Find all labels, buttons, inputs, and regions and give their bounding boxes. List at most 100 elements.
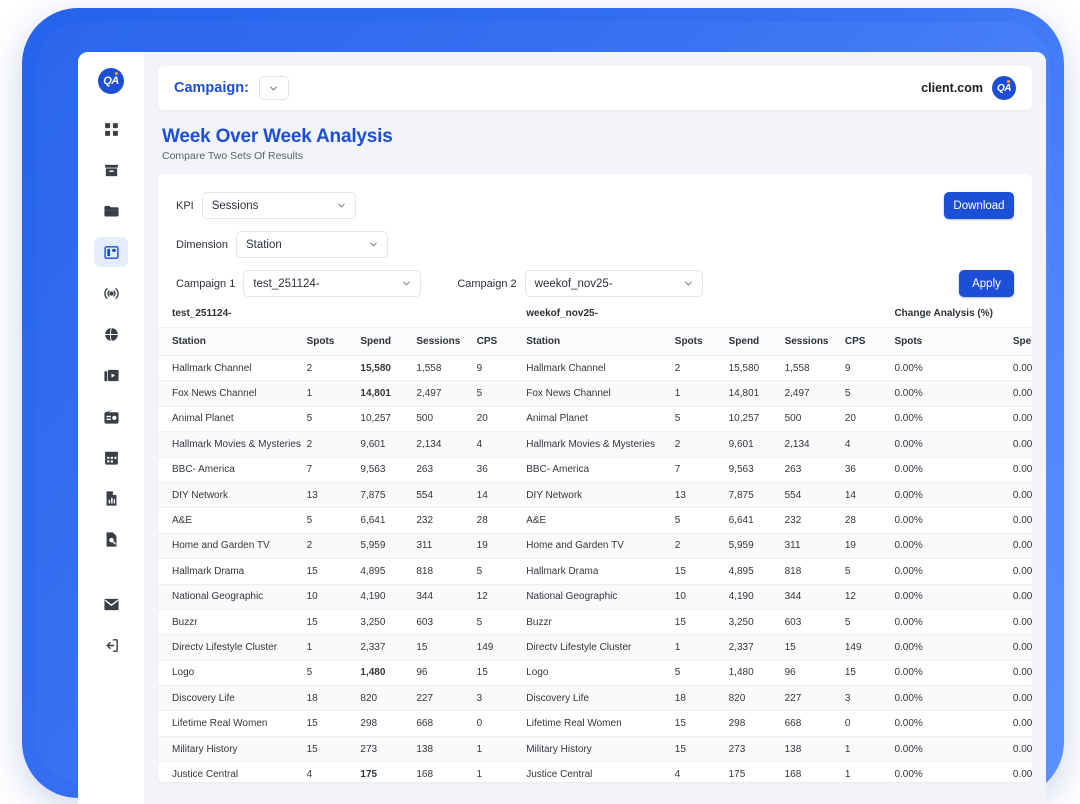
station-a-cell: Hallmark Channel	[172, 362, 252, 374]
sessions-a-cell: 138	[416, 743, 434, 755]
col-header-spend-a[interactable]: Spend	[360, 327, 417, 356]
kpi-select[interactable]: Sessions	[201, 192, 356, 219]
sessions-b-cell: 603	[784, 616, 802, 628]
spots-b-cell: 1	[674, 641, 681, 653]
station-a-cell: Hallmark Drama	[172, 565, 245, 577]
spend-b-cell: 273	[728, 743, 746, 755]
change-spend-cell: 0.00%	[1012, 641, 1032, 653]
account-avatar[interactable]: QA	[992, 76, 1016, 100]
cps-a-cell: 9	[476, 362, 483, 374]
download-button[interactable]: Download	[944, 192, 1014, 219]
spend-a-cell: 14,801	[360, 388, 391, 400]
change-spots-cell: 0.00%	[894, 362, 923, 374]
table-row[interactable]: DIY Network 13 7,875 554 14 DIY Network 13 7,87…	[158, 482, 1032, 508]
spots-b-cell: 5	[674, 413, 681, 425]
sessions-a-cell: 2,134	[416, 438, 442, 450]
station-b-cell: Lifetime Real Women	[526, 718, 622, 730]
spend-b-cell: 175	[728, 768, 746, 780]
col-header-cps-a[interactable]: CPS	[476, 327, 527, 356]
sidebar-item-reports-layout[interactable]	[94, 237, 147, 267]
sessions-b-cell: 2,497	[784, 388, 810, 400]
sidebar-item-logout[interactable]	[94, 630, 128, 660]
table-row[interactable]: Hallmark Drama 15 4,895 818 5 Hallmark Drama 1…	[158, 559, 1032, 585]
spend-b-cell: 9,563	[728, 464, 754, 476]
col-header-cps-b[interactable]: CPS	[844, 327, 895, 356]
table-row[interactable]: Hallmark Channel 2 15,580 1,558 9 Hallmark Ch…	[158, 356, 1032, 381]
table-row[interactable]: Fox News Channel 1 14,801 2,497 5 Fox News Ch…	[158, 380, 1032, 407]
group-header-change: Change Analysis (%)	[894, 302, 1032, 328]
sidebar-item-folders[interactable]	[94, 196, 128, 226]
change-spend-cell: 0.00%	[1012, 489, 1032, 501]
cps-b-cell: 4	[844, 438, 851, 450]
table-head: test_251124- weekof_nov25- Change Analys…	[158, 302, 1032, 356]
col-header-station-b[interactable]: Station	[526, 327, 675, 356]
col-header-change-spend[interactable]: Spend	[1012, 327, 1032, 356]
col-header-change-spots[interactable]: Spots	[894, 327, 1013, 356]
document-search-icon	[103, 531, 120, 548]
table-row[interactable]: Discovery Life 18 820 227 3 Discovery Life 18 8…	[158, 685, 1032, 711]
col-header-sessions-a[interactable]: Sessions	[416, 327, 477, 356]
brand-logo-text: QA	[103, 75, 119, 87]
sessions-b-cell: 138	[784, 743, 802, 755]
station-a-cell: Discovery Life	[172, 692, 235, 704]
col-header-spots-a[interactable]: Spots	[306, 327, 361, 356]
table-row[interactable]: National Geographic 10 4,190 344 12 National …	[158, 584, 1032, 610]
col-header-station-a[interactable]: Station	[158, 327, 307, 356]
sidebar-item-calendar[interactable]	[94, 442, 128, 472]
sessions-a-cell: 1,558	[416, 362, 442, 374]
sidebar-item-messages[interactable]	[94, 589, 128, 619]
table-row[interactable]: Logo51,4809615Logo51,48096150.00%0.00%0.…	[158, 660, 1032, 686]
sidebar-item-inbox[interactable]	[94, 155, 128, 185]
dimension-select[interactable]: Station	[235, 231, 388, 258]
table-row[interactable]: Home and Garden TV 2 5,959 311 19 Home and Ga…	[158, 533, 1032, 559]
archive-icon	[103, 162, 120, 179]
spots-b-cell: 13	[674, 489, 686, 501]
campaign2-select[interactable]: weekof_nov25-	[524, 270, 703, 297]
sessions-b-cell: 311	[784, 540, 801, 552]
dimension-select-value: Station	[245, 238, 282, 251]
col-header-spots-b[interactable]: Spots	[674, 327, 729, 356]
topbar-left-group: Campaign:	[174, 76, 289, 100]
sidebar-item-search-docs[interactable]	[94, 524, 128, 554]
spend-a-cell: 4,895	[360, 565, 386, 577]
change-spots-cell: 0.00%	[894, 718, 923, 730]
comparison-table-scroll[interactable]: test_251124- weekof_nov25- Change Analys…	[158, 302, 1032, 782]
spots-a-cell: 1	[306, 641, 313, 653]
table-row[interactable]: A&E56,64123228A&E56,641232280.00%0.00%0.…	[158, 508, 1032, 534]
sidebar-item-broadcast[interactable]	[94, 278, 128, 308]
apply-button[interactable]: Apply	[959, 270, 1014, 297]
table-row[interactable]: Directv Lifestyle Cluster 1 2,337 15 149 Dire…	[158, 634, 1032, 661]
sidebar-item-web[interactable]	[94, 319, 128, 349]
sidebar-item-analytics[interactable]	[94, 483, 128, 513]
brand-logo: QA	[98, 68, 124, 94]
col-header-sessions-b[interactable]: Sessions	[784, 327, 845, 356]
cps-b-cell: 19	[844, 540, 856, 552]
spend-a-cell: 4,190	[360, 591, 386, 603]
sidebar-item-radio[interactable]	[94, 401, 128, 431]
spots-a-cell: 2	[306, 540, 313, 552]
col-header-spend-b[interactable]: Spend	[728, 327, 785, 356]
sessions-b-cell: 263	[784, 464, 802, 476]
cps-a-cell: 15	[476, 667, 488, 679]
campaign-selector[interactable]	[258, 76, 289, 100]
spots-a-cell: 15	[306, 718, 318, 730]
spend-b-cell: 298	[728, 718, 746, 730]
change-spots-cell: 0.00%	[894, 692, 923, 704]
table-row[interactable]: BBC- America 7 9,563 263 36 BBC- America 7 9,56…	[158, 457, 1032, 483]
station-a-cell: Logo	[172, 667, 195, 679]
spots-a-cell: 4	[306, 768, 313, 780]
table-row[interactable]: Animal Planet 5 10,257 500 20 Animal Planet 5 1…	[158, 406, 1032, 432]
sidebar-item-video[interactable]	[94, 360, 128, 390]
table-row[interactable]: Justice Central 4 175 168 1 Justice Central 4 1…	[158, 762, 1032, 782]
table-row[interactable]: Lifetime Real Women 15 298 668 0 Lifetime Rea…	[158, 711, 1032, 737]
sessions-a-cell: 2,497	[416, 388, 442, 400]
table-row[interactable]: Military History 15 273 138 1 Military Histor…	[158, 736, 1032, 762]
table-row[interactable]: Buzzr 15 3,250 603 5 Buzzr 15 3,250 603 5 0.00% 0.0…	[158, 609, 1032, 635]
cps-b-cell: 1	[844, 743, 851, 755]
sidebar-item-dashboard[interactable]	[94, 114, 128, 144]
campaign1-select[interactable]: test_251124-	[243, 270, 422, 297]
table-row[interactable]: Hallmark Movies & Mysteries 2 9,601 2,134 4 H…	[158, 431, 1032, 458]
spots-b-cell: 5	[674, 515, 681, 527]
station-a-cell: BBC- America	[172, 464, 235, 476]
kpi-row: KPI Sessions Download	[176, 192, 1014, 219]
